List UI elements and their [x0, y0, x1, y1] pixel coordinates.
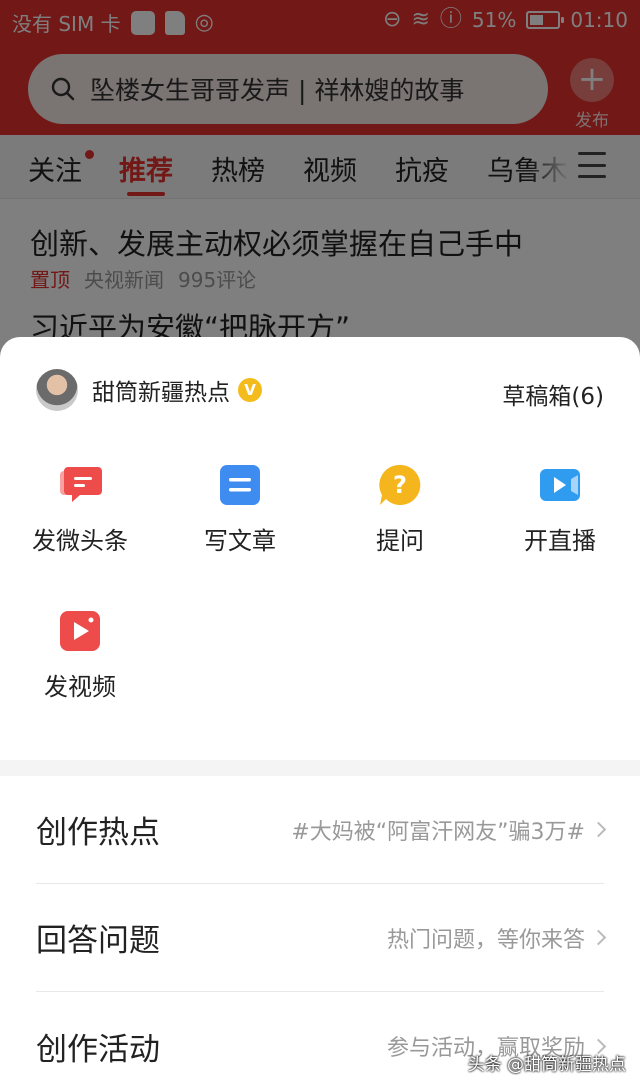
- chevron-right-icon: [590, 821, 607, 838]
- ask-question-label: 提问: [376, 527, 424, 555]
- row-hint: 热门问题，等你来答: [386, 927, 585, 953]
- row-title: 回答问题: [36, 923, 160, 959]
- go-live-label: 开直播: [524, 527, 596, 555]
- watermark: 头条 @甜筒新疆热点: [467, 1055, 626, 1075]
- video-icon: [58, 609, 102, 653]
- live-camera-icon: [538, 463, 582, 507]
- chevron-right-icon: [590, 929, 607, 946]
- question-icon: ?: [378, 463, 422, 507]
- row-title: 创作热点: [36, 815, 160, 851]
- go-live-button[interactable]: 开直播: [505, 463, 615, 556]
- drafts-button[interactable]: 草稿箱(6): [502, 377, 604, 411]
- post-video-button[interactable]: 发视频: [25, 609, 135, 702]
- row-title: 创作活动: [36, 1031, 160, 1068]
- micro-post-icon: [58, 463, 102, 507]
- svg-text:?: ?: [393, 471, 407, 499]
- write-article-button[interactable]: 写文章: [185, 463, 295, 556]
- publish-sheet: 甜筒新疆热点 V 草稿箱(6) 发微头条 写文章 ? 提问 开直播 发视频 创作…: [0, 337, 640, 1084]
- account-name: 甜筒新疆热点: [92, 380, 230, 406]
- row-hint: #大妈被“阿富汗网友”骗3万#: [291, 819, 585, 845]
- micro-post-button[interactable]: 发微头条: [25, 463, 135, 556]
- avatar: [36, 369, 78, 411]
- creation-hotspot-row[interactable]: 创作热点 #大妈被“阿富汗网友”骗3万#: [36, 776, 607, 884]
- micro-post-label: 发微头条: [32, 527, 128, 555]
- ask-question-button[interactable]: ? 提问: [345, 463, 455, 556]
- account-info[interactable]: 甜筒新疆热点 V: [36, 369, 262, 411]
- verified-badge-icon: V: [238, 378, 262, 402]
- article-icon: [218, 463, 262, 507]
- answer-questions-row[interactable]: 回答问题 热门问题，等你来答: [36, 884, 607, 992]
- write-article-label: 写文章: [204, 527, 276, 555]
- post-video-label: 发视频: [44, 673, 116, 701]
- section-divider: [0, 760, 640, 776]
